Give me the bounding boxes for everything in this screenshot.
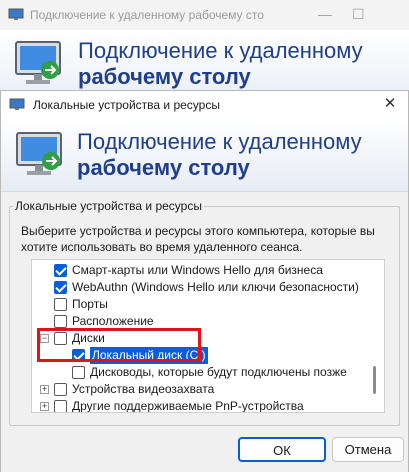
checkbox[interactable]: [54, 315, 67, 328]
tree-item-label: Смарт-карты или Windows Hello для бизнес…: [72, 263, 323, 277]
tree-item-label: Устройства видеозахвата: [72, 382, 215, 396]
dialog-header-line2: рабочему столу: [77, 155, 250, 180]
dialog-header: Подключение к удаленному рабочему столу: [1, 119, 408, 192]
background-header-line1: Подключение к удаленному: [78, 38, 363, 63]
background-titlebar: Подключение к удаленному рабочему сто — …: [0, 0, 409, 30]
maximize-icon[interactable]: ☐: [352, 6, 365, 23]
remote-desktop-icon: [15, 41, 61, 84]
checkbox[interactable]: [54, 400, 67, 412]
checkbox[interactable]: [54, 264, 67, 277]
group-label: Локальные устройства и ресурсы: [13, 199, 204, 213]
checkbox[interactable]: [54, 383, 67, 396]
remote-desktop-icon: [16, 132, 62, 175]
group-description: Выберите устройства и ресурсы этого комп…: [21, 224, 375, 254]
expand-icon[interactable]: +: [40, 385, 49, 394]
tree-item-label: WebAuthn (Windows Hello или ключи безопа…: [72, 280, 359, 294]
close-icon[interactable]: ✕: [380, 94, 400, 114]
remote-desktop-icon: [8, 8, 24, 20]
checkbox[interactable]: [54, 298, 67, 311]
checkbox[interactable]: [54, 281, 67, 294]
cancel-button[interactable]: Отмена: [332, 437, 404, 462]
expand-icon[interactable]: +: [40, 402, 49, 411]
background-window-title: Подключение к удаленному рабочему сто: [30, 8, 264, 22]
tree-item-label: Другие поддерживаемые PnP-устройства: [72, 399, 304, 413]
tree-scrollbar[interactable]: [373, 366, 376, 394]
highlight-annotation: [37, 328, 201, 362]
minimize-icon[interactable]: —: [318, 6, 332, 22]
dialog-header-line1: Подключение к удаленному: [77, 129, 362, 154]
dialog-title: Локальные устройства и ресурсы: [33, 98, 220, 112]
tree-item-label: Порты: [72, 297, 108, 311]
local-devices-dialog: Локальные устройства и ресурсы ✕ Подключ…: [0, 90, 409, 472]
dialog-titlebar: Локальные устройства и ресурсы ✕: [1, 91, 408, 119]
tree-item-label: Дисководы, которые будут подключены позж…: [90, 365, 347, 379]
remote-desktop-icon: [9, 98, 25, 110]
checkbox[interactable]: [72, 366, 85, 379]
background-header-line2: рабочему столу: [78, 64, 251, 89]
ok-button[interactable]: ОК: [238, 437, 326, 462]
